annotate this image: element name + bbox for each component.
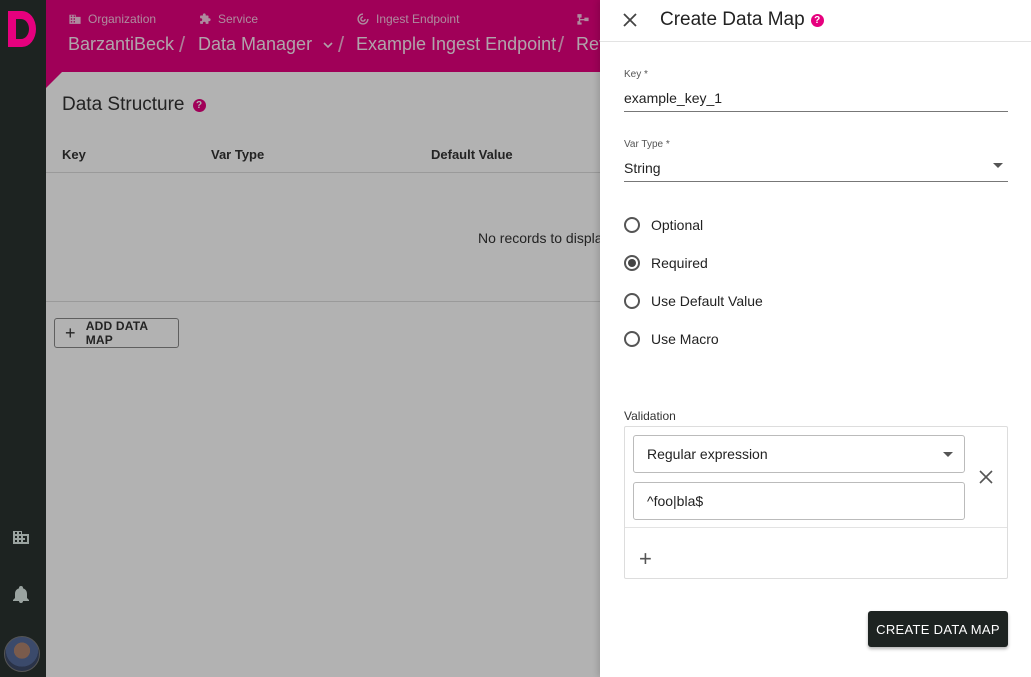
radio-optional[interactable]: Optional bbox=[624, 217, 703, 233]
avatar[interactable] bbox=[4, 636, 40, 672]
close-icon[interactable] bbox=[622, 12, 638, 28]
validation-panel: Regular expression ^foo|bla$ + bbox=[624, 426, 1008, 579]
validation-label: Validation bbox=[624, 409, 676, 423]
drawer-title-text: Create Data Map bbox=[660, 9, 805, 30]
vartype-select[interactable]: String bbox=[624, 160, 661, 176]
create-data-map-button[interactable]: CREATE DATA MAP bbox=[868, 611, 1008, 647]
key-field[interactable]: example_key_1 bbox=[624, 90, 722, 106]
logo-icon[interactable] bbox=[8, 11, 36, 47]
modal-backdrop[interactable] bbox=[46, 0, 600, 677]
radio-required[interactable]: Required bbox=[624, 255, 708, 271]
dropdown-caret-icon[interactable] bbox=[993, 163, 1003, 168]
radio-use-macro[interactable]: Use Macro bbox=[624, 331, 719, 347]
validation-type-value: Regular expression bbox=[647, 446, 768, 462]
radio-button[interactable] bbox=[624, 217, 640, 233]
side-rail bbox=[0, 0, 46, 677]
radio-label: Use Default Value bbox=[651, 293, 763, 309]
radio-button[interactable] bbox=[624, 293, 640, 309]
bell-icon[interactable] bbox=[11, 585, 31, 605]
remove-validation-icon[interactable] bbox=[979, 470, 993, 484]
add-validation-icon[interactable]: + bbox=[639, 548, 652, 570]
radio-button-checked[interactable] bbox=[624, 255, 640, 271]
help-icon[interactable]: ? bbox=[810, 13, 824, 27]
radio-label: Required bbox=[651, 255, 708, 271]
key-field-label: Key * bbox=[624, 69, 648, 80]
create-data-map-drawer: Create Data Map ? Key * example_key_1 Va… bbox=[600, 0, 1031, 677]
drawer-header: Create Data Map ? bbox=[600, 0, 1031, 42]
dropdown-caret-icon[interactable] bbox=[943, 452, 953, 457]
drawer-title: Create Data Map ? bbox=[660, 9, 824, 31]
key-field-underline bbox=[624, 111, 1008, 112]
radio-label: Use Macro bbox=[651, 331, 719, 347]
building-icon[interactable] bbox=[11, 527, 31, 547]
validation-pattern-input[interactable]: ^foo|bla$ bbox=[633, 482, 965, 520]
radio-use-default-value[interactable]: Use Default Value bbox=[624, 293, 763, 309]
vartype-underline bbox=[624, 181, 1008, 182]
radio-label: Optional bbox=[651, 217, 704, 233]
validation-divider bbox=[625, 527, 1007, 528]
validation-type-select[interactable]: Regular expression bbox=[633, 435, 965, 473]
radio-button[interactable] bbox=[624, 331, 640, 347]
vartype-field-label: Var Type * bbox=[624, 139, 670, 150]
